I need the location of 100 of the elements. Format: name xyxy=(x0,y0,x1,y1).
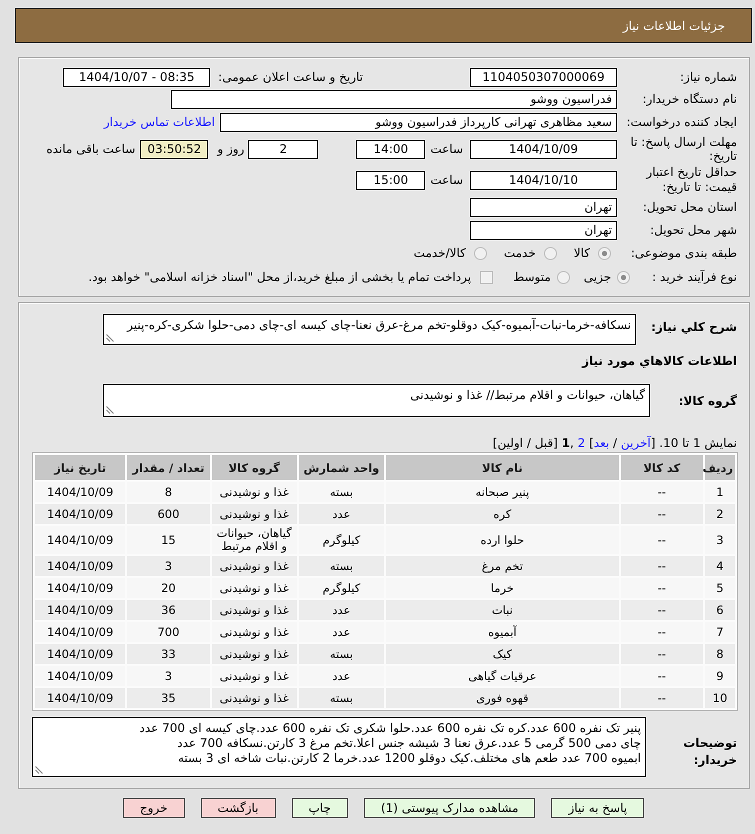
need-number-field[interactable]: 1104050307000069 xyxy=(470,68,617,87)
radio-button[interactable] xyxy=(474,246,487,260)
table-cell: -- xyxy=(620,556,703,576)
field-label: تاریخ و ساعت اعلان عمومی: xyxy=(218,70,363,85)
field-label: شرح کلي نیاز: xyxy=(651,320,737,335)
goods-group-field[interactable]: گیاهان، حیوانات و اقلام مرتبط// غذا و نوشیدنی xyxy=(103,384,650,417)
table-cell: 35 xyxy=(127,688,210,708)
checkbox[interactable] xyxy=(480,270,494,284)
table-cell: 2 xyxy=(704,504,735,524)
table-cell: 8 xyxy=(127,482,210,502)
radio-button[interactable] xyxy=(617,270,630,284)
table-cell: 36 xyxy=(127,600,210,620)
table-cell: غذا و نوشیدنی xyxy=(212,504,297,524)
resize-grip-icon[interactable] xyxy=(35,766,43,774)
action-button[interactable]: چاپ xyxy=(292,798,348,818)
radio-button[interactable] xyxy=(598,246,611,260)
table-cell: 1404/10/09 xyxy=(35,666,126,686)
table-cell: غذا و نوشیدنی xyxy=(212,666,297,686)
table-cell: -- xyxy=(620,644,703,664)
table-cell: خرما xyxy=(386,578,619,598)
table-cell: 1404/10/09 xyxy=(35,556,126,576)
table-cell: بسته xyxy=(298,482,384,502)
field-label: ساعت xyxy=(430,142,463,156)
radio-button[interactable] xyxy=(556,270,570,284)
table-cell: 6 xyxy=(704,600,735,620)
table-cell: 7 xyxy=(704,622,735,642)
exit-button[interactable]: خروج xyxy=(122,798,184,818)
table-cell: 1404/10/09 xyxy=(35,622,126,642)
table-cell: غذا و نوشیدنی xyxy=(212,556,297,576)
table-cell: قهوه فوری xyxy=(386,688,619,708)
days-field[interactable]: 2 xyxy=(248,140,318,158)
option-label: خدمت xyxy=(504,246,536,260)
field-label: ساعت باقی مانده xyxy=(46,142,136,156)
announcement-date-field[interactable]: 1404/10/07 - 08:35 xyxy=(63,68,210,87)
table-cell: 700 xyxy=(127,622,210,642)
table-cell: 3 xyxy=(704,526,735,554)
buyer-notes-field[interactable]: پنیر تک نفره 600 عدد.کره تک نفره 600 عدد.حلوا شکری تک نفره 600 عدد.چای کیسه ای 700 عدد چای دمی 500 گرمی 5 عدد.عرق نعنا 3 شیشه جنس اعلا.تخم مرغ 3 کارتن.نسکافه 700 عدد ابمیوه 700 عدد طعم های مختلف.کیک دوقلو 1200 عدد.خرما 2 کارتن.نبات شاخه ای 3 بسته xyxy=(32,717,646,777)
page-link[interactable]: آخرین xyxy=(620,436,651,450)
table-cell: غذا و نوشیدنی xyxy=(212,578,297,598)
field-label: ایجاد کننده درخواست: xyxy=(626,115,737,130)
table-cell: 1404/10/09 xyxy=(35,688,126,708)
page-title: جزئیات اطلاعات نیاز xyxy=(622,18,725,32)
column-header: گروه کالا xyxy=(212,455,297,480)
requester-field[interactable]: سعید مظاهری تهرانی کارپرداز فدراسیون ووشو xyxy=(220,113,617,132)
table-cell: 8 xyxy=(704,644,735,664)
resize-grip-icon[interactable] xyxy=(106,406,114,414)
table-cell: 1 xyxy=(704,482,735,502)
table-cell: تخم مرغ xyxy=(386,556,619,576)
province-field[interactable]: تهران xyxy=(470,198,617,217)
table-cell: 4 xyxy=(704,556,735,576)
remaining-time-field[interactable]: 03:50:52 xyxy=(140,140,208,158)
table-cell: بسته xyxy=(298,644,384,664)
section-heading: اطلاعات کالاهاي مورد نیاز xyxy=(582,353,737,369)
field-label: شهر محل تحویل: xyxy=(650,222,737,238)
table-cell: 1404/10/09 xyxy=(35,504,126,524)
field-label: گروه کالا: xyxy=(678,394,737,409)
column-header: تعداد / مقدار xyxy=(127,455,210,480)
option-label: پرداخت تمام یا بخشی از مبلغ خرید،از محل "اسناد خزانه اسلامی" خواهد بود. xyxy=(88,270,472,284)
exit-button[interactable]: بازگشت xyxy=(200,798,276,818)
date-field[interactable]: 1404/10/09 xyxy=(470,140,617,158)
table-cell: 1404/10/09 xyxy=(35,482,126,502)
table-cell: بسته xyxy=(298,556,384,576)
field-label: نام دستگاه خریدار: xyxy=(642,92,737,107)
table-cell: بسته xyxy=(298,688,384,708)
page-link[interactable]: بعد xyxy=(594,436,610,450)
field-label: ساعت xyxy=(430,172,463,188)
option-label: متوسط xyxy=(513,270,551,284)
page-link[interactable]: 2 xyxy=(578,436,586,450)
date-field[interactable]: 1404/10/10 xyxy=(470,170,617,190)
table-cell: عدد xyxy=(298,666,384,686)
table-cell: 10 xyxy=(704,688,735,708)
city-field[interactable]: تهران xyxy=(470,220,617,240)
buyer-name-field[interactable]: فدراسیون ووشو xyxy=(171,90,617,109)
need-summary-field[interactable]: نسکافه-خرما-نبات-آبمیوه-کیک دوقلو-تخم مرغ-عرق نعنا-چای کیسه ای-چای دمی-حلوا شکری-کره-پنیر xyxy=(103,314,636,345)
table-cell: پنیر صبحانه xyxy=(386,482,619,502)
table-cell: 1404/10/09 xyxy=(35,578,126,598)
option-label: جزیی xyxy=(584,270,612,284)
radio-button[interactable] xyxy=(544,246,557,260)
field-label: استان محل تحویل: xyxy=(642,200,737,215)
option-label: کالا xyxy=(574,246,590,260)
time-field[interactable]: 14:00 xyxy=(356,140,426,158)
table-cell: کیلوگرم xyxy=(298,578,384,598)
field-label: طبقه بندی موضوعی: xyxy=(630,246,737,260)
field-label: مهلت ارسال پاسخ: تا تاریخ: xyxy=(629,135,737,163)
column-header: واحد شمارش xyxy=(298,455,384,480)
action-button[interactable]: پاسخ به نیاز xyxy=(551,798,644,818)
table-cell: -- xyxy=(620,526,703,554)
field-label: روز و xyxy=(217,142,244,156)
column-header: نام کالا xyxy=(386,455,619,480)
table-cell: -- xyxy=(620,482,703,502)
table-cell: 1404/10/09 xyxy=(35,600,126,620)
table-cell: غذا و نوشیدنی xyxy=(212,622,297,642)
buyer-contact-link[interactable]: اطلاعات تماس خریدار xyxy=(104,115,215,130)
table-cell: 600 xyxy=(127,504,210,524)
table-cell: -- xyxy=(620,622,703,642)
resize-grip-icon[interactable] xyxy=(106,334,114,342)
time-field[interactable]: 15:00 xyxy=(356,170,426,190)
table-cell: -- xyxy=(620,504,703,524)
table-cell: 9 xyxy=(704,666,735,686)
action-button[interactable]: مشاهده مدارک پیوستی (1) xyxy=(364,798,536,818)
